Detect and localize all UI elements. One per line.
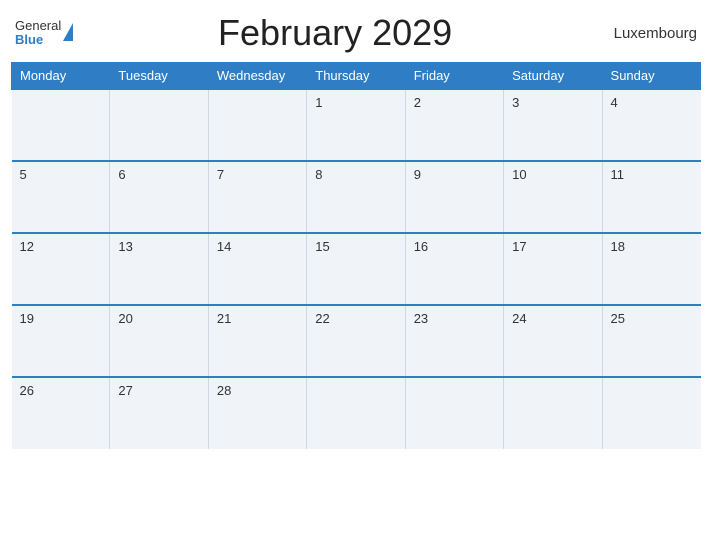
day-number: 20 [118, 311, 132, 326]
day-number: 14 [217, 239, 231, 254]
day-number: 1 [315, 95, 322, 110]
day-number: 27 [118, 383, 132, 398]
day-number: 15 [315, 239, 329, 254]
weekday-header: Wednesday [208, 63, 306, 90]
day-number: 16 [414, 239, 428, 254]
calendar-header-row: MondayTuesdayWednesdayThursdayFridaySatu… [12, 63, 701, 90]
calendar-day-cell: 15 [307, 233, 405, 305]
calendar-week-row: 5 6 7 8 9 10 11 [12, 161, 701, 233]
day-number: 23 [414, 311, 428, 326]
calendar-day-cell [110, 89, 208, 161]
logo-triangle-icon [63, 23, 73, 41]
day-number: 12 [20, 239, 34, 254]
calendar-container: General Blue February 2029 Luxembourg Mo… [11, 12, 701, 449]
calendar-day-cell: 4 [602, 89, 700, 161]
calendar-day-cell: 23 [405, 305, 503, 377]
calendar-day-cell: 7 [208, 161, 306, 233]
country-label: Luxembourg [597, 25, 697, 42]
calendar-week-row: 1 2 3 4 [12, 89, 701, 161]
calendar-header: General Blue February 2029 Luxembourg [11, 12, 701, 54]
weekday-header: Monday [12, 63, 110, 90]
calendar-day-cell: 12 [12, 233, 110, 305]
day-number: 22 [315, 311, 329, 326]
day-number: 6 [118, 167, 125, 182]
logo-general: General [15, 19, 61, 33]
calendar-day-cell: 8 [307, 161, 405, 233]
calendar-day-cell: 22 [307, 305, 405, 377]
day-number: 7 [217, 167, 224, 182]
calendar-day-cell [405, 377, 503, 449]
calendar-week-row: 12 13 14 15 16 17 18 [12, 233, 701, 305]
calendar-day-cell: 6 [110, 161, 208, 233]
weekday-header: Friday [405, 63, 503, 90]
calendar-day-cell: 3 [504, 89, 602, 161]
day-number: 18 [611, 239, 625, 254]
calendar-day-cell: 17 [504, 233, 602, 305]
calendar-day-cell [602, 377, 700, 449]
weekday-header: Tuesday [110, 63, 208, 90]
day-number: 5 [20, 167, 27, 182]
day-number: 24 [512, 311, 526, 326]
calendar-day-cell: 16 [405, 233, 503, 305]
calendar-day-cell [208, 89, 306, 161]
logo: General Blue [15, 19, 73, 48]
calendar-day-cell: 18 [602, 233, 700, 305]
calendar-day-cell: 19 [12, 305, 110, 377]
calendar-day-cell [307, 377, 405, 449]
calendar-day-cell: 9 [405, 161, 503, 233]
calendar-day-cell: 1 [307, 89, 405, 161]
calendar-body: 1234567891011121314151617181920212223242… [12, 89, 701, 449]
logo-blue: Blue [15, 33, 61, 47]
day-number: 4 [611, 95, 618, 110]
calendar-week-row: 26 27 28 [12, 377, 701, 449]
logo-text: General Blue [15, 19, 61, 48]
day-number: 8 [315, 167, 322, 182]
calendar-week-row: 19 20 21 22 23 24 25 [12, 305, 701, 377]
calendar-day-cell: 11 [602, 161, 700, 233]
calendar-day-cell: 2 [405, 89, 503, 161]
day-number: 21 [217, 311, 231, 326]
day-number: 2 [414, 95, 421, 110]
calendar-table: MondayTuesdayWednesdayThursdayFridaySatu… [11, 62, 701, 449]
calendar-day-cell: 20 [110, 305, 208, 377]
day-number: 25 [611, 311, 625, 326]
day-number: 9 [414, 167, 421, 182]
calendar-day-cell: 21 [208, 305, 306, 377]
day-number: 10 [512, 167, 526, 182]
calendar-day-cell: 26 [12, 377, 110, 449]
day-number: 17 [512, 239, 526, 254]
calendar-day-cell: 14 [208, 233, 306, 305]
calendar-day-cell: 13 [110, 233, 208, 305]
day-number: 28 [217, 383, 231, 398]
weekday-header: Thursday [307, 63, 405, 90]
day-number: 11 [611, 167, 625, 182]
calendar-day-cell: 10 [504, 161, 602, 233]
day-number: 19 [20, 311, 34, 326]
calendar-day-cell [504, 377, 602, 449]
calendar-day-cell: 5 [12, 161, 110, 233]
calendar-day-cell: 28 [208, 377, 306, 449]
calendar-day-cell: 24 [504, 305, 602, 377]
calendar-day-cell [12, 89, 110, 161]
weekday-header: Saturday [504, 63, 602, 90]
day-number: 3 [512, 95, 519, 110]
weekday-header: Sunday [602, 63, 700, 90]
day-number: 26 [20, 383, 34, 398]
calendar-day-cell: 25 [602, 305, 700, 377]
calendar-day-cell: 27 [110, 377, 208, 449]
day-number: 13 [118, 239, 132, 254]
month-title: February 2029 [73, 12, 597, 54]
